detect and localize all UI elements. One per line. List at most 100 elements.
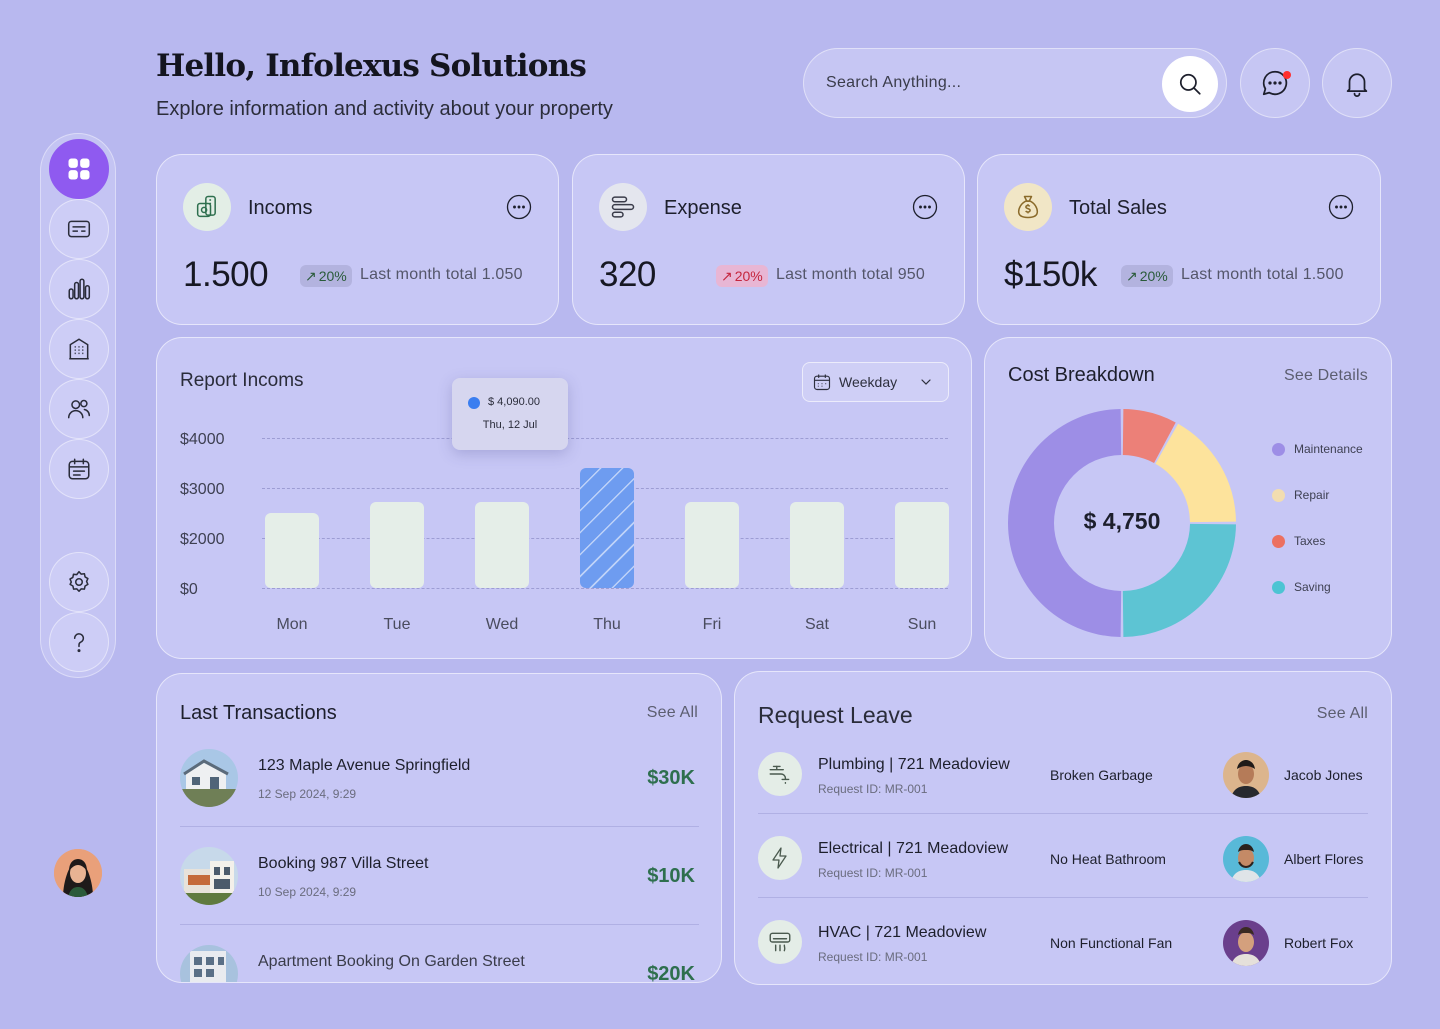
bar-tue[interactable] bbox=[370, 501, 424, 588]
see-all-transactions-link[interactable]: See All bbox=[647, 704, 698, 722]
bar-sat[interactable] bbox=[790, 501, 844, 588]
search-icon bbox=[1179, 73, 1201, 95]
faucet-icon bbox=[769, 765, 790, 784]
tooltip-dot bbox=[468, 397, 480, 409]
transaction-amount: $10K bbox=[647, 865, 695, 887]
search-input[interactable]: Search Anything... bbox=[826, 74, 961, 92]
chevron-down-icon bbox=[921, 379, 931, 385]
grid-line bbox=[262, 438, 948, 439]
legend-label: Repair bbox=[1294, 488, 1330, 502]
transaction-row[interactable]: Apartment Booking On Garden Street $20K bbox=[180, 945, 699, 983]
messages-button[interactable] bbox=[1240, 48, 1310, 118]
nav-settings[interactable] bbox=[49, 552, 109, 612]
stat-label: Expense bbox=[664, 197, 742, 219]
y-tick-label: $4000 bbox=[180, 431, 225, 448]
nav-cards[interactable] bbox=[49, 199, 109, 259]
page-subtitle: Explore information and activity about y… bbox=[156, 98, 613, 120]
chart-tooltip: $ 4,090.00 Thu, 12 Jul bbox=[452, 378, 568, 450]
person-name: Albert Flores bbox=[1284, 851, 1364, 867]
stat-icon-wrap bbox=[183, 183, 231, 231]
change-badge: ↗ 20% bbox=[300, 265, 352, 287]
stat-value: 320 bbox=[599, 255, 656, 294]
donut-slice-saving[interactable] bbox=[1122, 523, 1236, 637]
page-title: Hello, Infolexus Solutions bbox=[156, 48, 587, 84]
see-all-leave-link[interactable]: See All bbox=[1317, 705, 1368, 723]
x-tick-label: Tue bbox=[383, 616, 411, 633]
transaction-date: 10 Sep 2024, 9:29 bbox=[258, 885, 357, 899]
notifications-button[interactable] bbox=[1322, 48, 1392, 118]
report-title: Report Incoms bbox=[180, 370, 304, 391]
nav-properties[interactable] bbox=[49, 319, 109, 379]
nav-help[interactable] bbox=[49, 612, 109, 672]
tooltip-value: $ 4,090.00 bbox=[488, 396, 540, 408]
property-thumbnail bbox=[180, 847, 238, 905]
transaction-row[interactable]: Booking 987 Villa Street 10 Sep 2024, 9:… bbox=[180, 847, 699, 907]
period-dropdown[interactable]: Weekday bbox=[802, 362, 949, 402]
nav-analytics[interactable] bbox=[49, 259, 109, 319]
issue-text: No Heat Bathroom bbox=[1050, 851, 1166, 867]
issue-text: Broken Garbage bbox=[1050, 767, 1153, 783]
transaction-amount: $20K bbox=[647, 963, 695, 983]
legend-dot bbox=[1272, 580, 1285, 594]
nav-dashboard[interactable] bbox=[49, 139, 109, 199]
x-tick-label: Sun bbox=[907, 616, 937, 633]
legend-dot bbox=[1272, 442, 1285, 456]
nav-users[interactable] bbox=[49, 379, 109, 439]
user-avatar[interactable] bbox=[54, 849, 102, 897]
more-icon[interactable] bbox=[506, 194, 532, 220]
transactions-card: Last Transactions See All 123 Maple Aven… bbox=[156, 673, 722, 983]
sidebar bbox=[40, 133, 116, 678]
unread-dot bbox=[1283, 71, 1291, 79]
users-icon bbox=[67, 399, 91, 419]
request-id: Request ID: MR-001 bbox=[818, 866, 928, 880]
service-icon-wrap bbox=[758, 836, 802, 880]
stat-card-expense: Expense 320 ↗ 20% Last month total 950 bbox=[572, 154, 965, 325]
more-icon[interactable] bbox=[912, 194, 938, 220]
transaction-date: 12 Sep 2024, 9:29 bbox=[258, 787, 357, 801]
x-tick-label: Mon bbox=[276, 616, 308, 633]
stat-label: Total Sales bbox=[1069, 197, 1167, 219]
cost-total: $ 4,750 bbox=[1083, 508, 1161, 534]
more-icon[interactable] bbox=[1328, 194, 1354, 220]
bar-mon[interactable] bbox=[265, 513, 319, 588]
nav-calendar[interactable] bbox=[49, 439, 109, 499]
legend-item: Maintenance bbox=[1272, 442, 1363, 456]
see-details-link[interactable]: See Details bbox=[1284, 367, 1368, 385]
legend-item: Taxes bbox=[1272, 534, 1325, 548]
gear-icon bbox=[69, 570, 89, 592]
search-button[interactable] bbox=[1162, 56, 1218, 112]
stat-note: Last month total 950 bbox=[776, 266, 925, 283]
x-tick-label: Wed bbox=[485, 616, 519, 633]
change-value: 20% bbox=[318, 268, 347, 284]
legend-item: Repair bbox=[1272, 488, 1329, 502]
stat-card-sales: Total Sales $150k ↗ 20% Last month total … bbox=[977, 154, 1381, 325]
stat-note: Last month total 1.500 bbox=[1181, 266, 1344, 283]
change-value: 20% bbox=[1139, 268, 1168, 284]
stat-value: $150k bbox=[1004, 255, 1097, 294]
stat-card-incomes: Incoms 1.500 ↗ 20% Last month total 1.050 bbox=[156, 154, 559, 325]
help-icon bbox=[73, 633, 85, 653]
property-thumbnail bbox=[180, 945, 238, 982]
ac-icon bbox=[769, 932, 791, 952]
legend-dot bbox=[1272, 488, 1285, 502]
tooltip-date: Thu, 12 Jul bbox=[482, 419, 538, 431]
grid-icon bbox=[68, 158, 90, 180]
card-icon bbox=[67, 220, 91, 238]
request-id: Request ID: MR-001 bbox=[818, 782, 928, 796]
money-icon bbox=[196, 195, 216, 218]
change-value: 20% bbox=[734, 268, 763, 284]
service-icon-wrap bbox=[758, 752, 802, 796]
transaction-title: Booking 987 Villa Street bbox=[258, 855, 429, 872]
transaction-row[interactable]: 123 Maple Avenue Springfield 12 Sep 2024… bbox=[180, 749, 699, 809]
bar-fri[interactable] bbox=[685, 501, 739, 588]
bar-thu[interactable] bbox=[580, 468, 634, 588]
bar-sun[interactable] bbox=[895, 501, 949, 588]
stat-note: Last month total 1.050 bbox=[360, 266, 523, 283]
row-divider bbox=[180, 826, 699, 827]
avatar-image bbox=[54, 849, 102, 897]
search-bar[interactable]: Search Anything... bbox=[803, 48, 1227, 118]
person-name: Jacob Jones bbox=[1284, 767, 1363, 783]
bar-wed[interactable] bbox=[475, 501, 529, 588]
leave-title: Request Leave bbox=[758, 702, 913, 728]
stat-label: Incoms bbox=[248, 197, 313, 219]
